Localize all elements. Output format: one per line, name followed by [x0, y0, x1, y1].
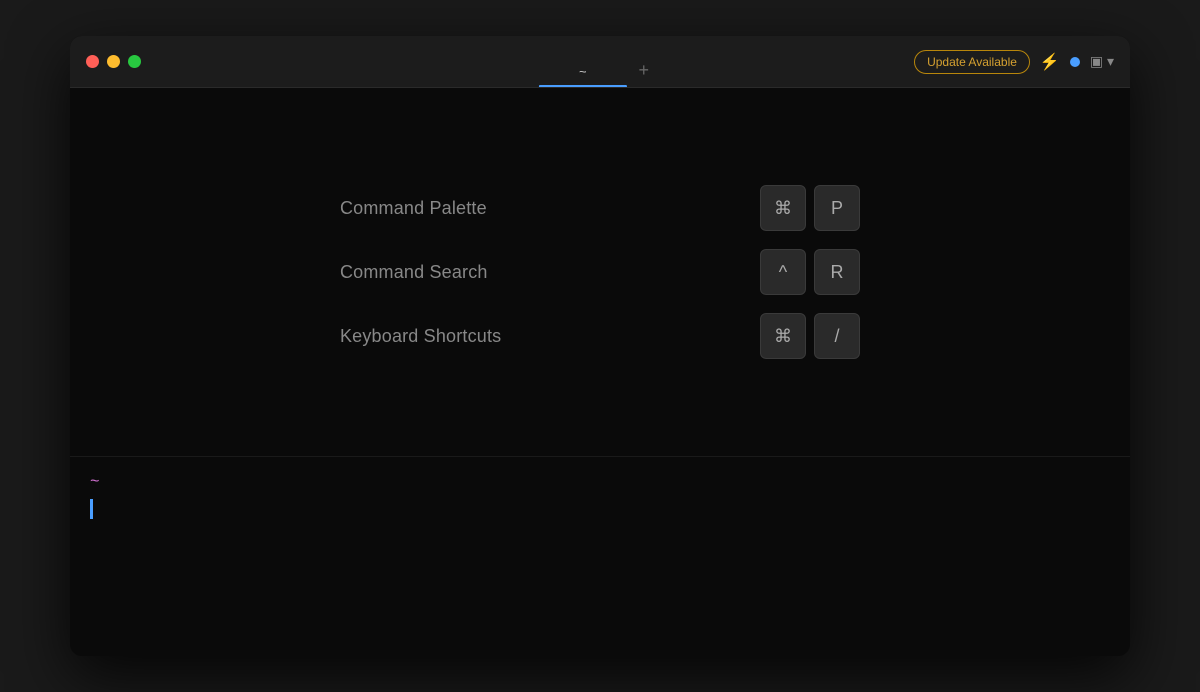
shortcut-label-command-palette: Command Palette	[340, 198, 487, 219]
key-badge-slash: /	[814, 313, 860, 359]
traffic-lights	[86, 55, 141, 68]
update-button[interactable]: Update Available	[914, 50, 1030, 74]
tab-area: ~ +	[539, 53, 661, 87]
bolt-icon[interactable]: ⚡	[1040, 52, 1060, 72]
window-panels-icon: ▣ ▾	[1090, 53, 1114, 70]
terminal-prompt: ~	[90, 473, 1110, 491]
tab-add-icon: +	[639, 60, 650, 80]
maximize-button[interactable]	[128, 55, 141, 68]
overlay-panel: Command Palette ⌘ P Command Search ^ R	[70, 88, 1130, 456]
key-badge-ctrl: ^	[760, 249, 806, 295]
titlebar: ~ + Update Available ⚡ ▣ ▾	[70, 36, 1130, 88]
key-badge-cmd-1: ⌘	[760, 185, 806, 231]
shortcut-row-command-palette: Command Palette ⌘ P	[340, 185, 860, 231]
terminal-area[interactable]: ~	[70, 456, 1130, 656]
minimize-button[interactable]	[107, 55, 120, 68]
shortcut-row-command-search: Command Search ^ R	[340, 249, 860, 295]
key-badge-r: R	[814, 249, 860, 295]
shortcut-keys-keyboard-shortcuts: ⌘ /	[760, 313, 860, 359]
shortcut-label-command-search: Command Search	[340, 262, 488, 283]
close-button[interactable]	[86, 55, 99, 68]
shortcut-label-keyboard-shortcuts: Keyboard Shortcuts	[340, 326, 501, 347]
status-dot	[1070, 57, 1080, 67]
key-badge-p: P	[814, 185, 860, 231]
app-window: ~ + Update Available ⚡ ▣ ▾ Command Palet…	[70, 36, 1130, 656]
tab-home-label: ~	[579, 64, 587, 79]
tab-add-button[interactable]: +	[627, 53, 662, 87]
shortcut-keys-command-search: ^ R	[760, 249, 860, 295]
titlebar-right: Update Available ⚡ ▣ ▾	[914, 50, 1114, 74]
shortcut-row-keyboard-shortcuts: Keyboard Shortcuts ⌘ /	[340, 313, 860, 359]
shortcut-keys-command-palette: ⌘ P	[760, 185, 860, 231]
update-button-label: Update Available	[927, 55, 1017, 69]
key-badge-cmd-2: ⌘	[760, 313, 806, 359]
content-area: Command Palette ⌘ P Command Search ^ R	[70, 88, 1130, 656]
terminal-cursor	[90, 499, 93, 519]
tab-home[interactable]: ~	[539, 56, 627, 87]
shortcuts-container: Command Palette ⌘ P Command Search ^ R	[340, 185, 860, 359]
window-icon[interactable]: ▣ ▾	[1090, 53, 1114, 70]
